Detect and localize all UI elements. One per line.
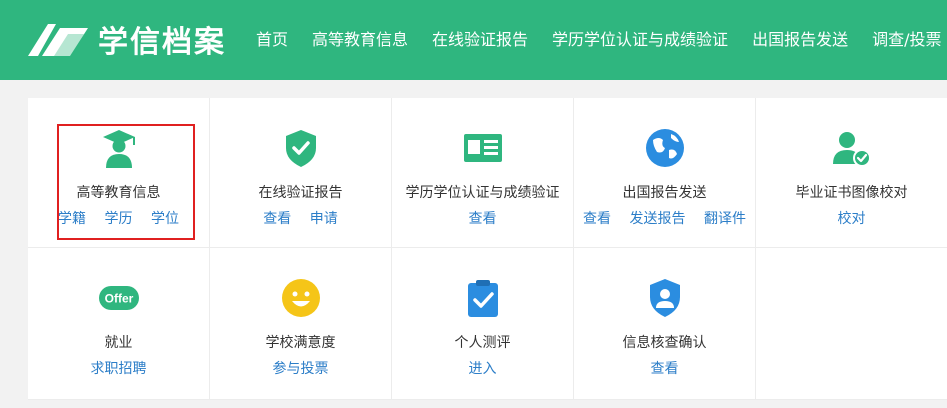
service-title: 学历学位认证与成绩验证 [405,185,560,201]
link-proofread[interactable]: 校对 [838,211,866,227]
top-header: 学信档案 首页 高等教育信息 在线验证报告 学历学位认证与成绩验证 出国报告发送… [0,0,947,80]
id-card-icon[interactable] [463,128,503,168]
service-title: 学校满意度 [265,335,336,351]
service-links: 查看 [392,208,573,228]
service-report-abroad: 出国报告发送 查看 发送报告 翻译件 [574,98,756,248]
nav-degree-verification[interactable]: 学历学位认证与成绩验证 [552,28,728,52]
link-job-search[interactable]: 求职招聘 [91,361,147,377]
link-send-report[interactable]: 发送报告 [630,211,686,227]
link-student-status[interactable]: 学籍 [58,211,86,227]
nav-home[interactable]: 首页 [256,28,288,52]
service-title: 高等教育信息 [76,185,161,201]
link-vote[interactable]: 参与投票 [273,361,329,377]
nav-online-report[interactable]: 在线验证报告 [432,28,528,52]
service-links: 进入 [392,358,573,378]
logo[interactable]: 学信档案 [26,18,226,60]
main-nav: 首页 高等教育信息 在线验证报告 学历学位认证与成绩验证 出国报告发送 调查/投… [256,28,947,52]
service-links: 学籍 学历 学位 [28,208,209,228]
service-title: 就业 [104,335,133,351]
service-degree-verification: 学历学位认证与成绩验证 查看 [392,98,574,248]
user-check-icon[interactable] [832,128,872,168]
link-apply[interactable]: 申请 [310,211,338,227]
link-enter[interactable]: 进入 [469,361,497,377]
service-title: 信息核查确认 [622,335,707,351]
nav-report-abroad[interactable]: 出国报告发送 [752,28,848,52]
offer-icon[interactable]: Offer [98,278,139,318]
shield-check-icon[interactable] [281,128,321,168]
service-links: 参与投票 [210,358,391,378]
globe-icon[interactable] [645,128,685,168]
link-view[interactable]: 查看 [469,211,497,227]
logo-icon [28,24,88,56]
link-translation[interactable]: 翻译件 [704,211,746,227]
empty-cell [756,248,947,400]
link-degree[interactable]: 学位 [151,211,179,227]
link-view[interactable]: 查看 [583,211,611,227]
service-links: 校对 [756,208,947,228]
service-info-confirmation: 信息核查确认 查看 [574,248,756,400]
logo-text: 学信档案 [98,25,226,60]
service-links: 查看 申请 [210,208,391,228]
service-employment: Offer 就业 求职招聘 [28,248,210,400]
graduate-icon[interactable] [99,128,139,168]
user-shield-icon[interactable] [645,278,685,318]
service-title: 出国报告发送 [622,185,707,201]
offer-text: Offer [104,292,133,306]
link-academic-record[interactable]: 学历 [105,211,133,227]
service-title: 个人测评 [454,335,511,351]
nav-survey-vote[interactable]: 调查/投票 [872,28,941,52]
service-certificate-check: 毕业证书图像校对 校对 [756,98,947,248]
service-higher-education: 高等教育信息 学籍 学历 学位 [28,98,210,248]
service-links: 求职招聘 [28,358,209,378]
services-panel: 高等教育信息 学籍 学历 学位 在线验证报告 查看 申请 学历学位认证与成绩验证… [28,98,947,400]
service-links: 查看 [574,358,755,378]
service-links: 查看 发送报告 翻译件 [574,208,755,228]
service-personal-assessment: 个人测评 进入 [392,248,574,400]
service-online-report: 在线验证报告 查看 申请 [210,98,392,248]
service-title: 毕业证书图像校对 [795,185,908,201]
clipboard-check-icon[interactable] [463,278,503,318]
link-view[interactable]: 查看 [651,361,679,377]
service-school-satisfaction: 学校满意度 参与投票 [210,248,392,400]
link-view[interactable]: 查看 [263,211,291,227]
nav-higher-education[interactable]: 高等教育信息 [312,28,408,52]
smiley-icon[interactable] [281,278,321,318]
service-title: 在线验证报告 [258,185,343,201]
